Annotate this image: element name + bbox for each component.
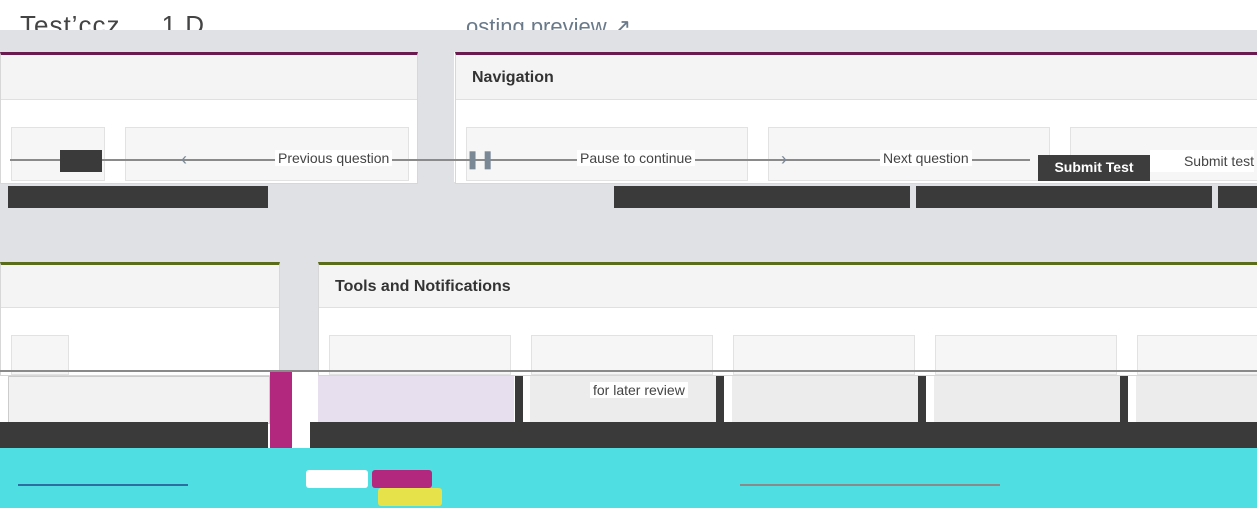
bottom-dark-right	[310, 422, 1257, 448]
divider-1	[515, 376, 523, 422]
navigation-title: Navigation	[472, 69, 554, 86]
footer-yellow-chip[interactable]	[378, 488, 442, 506]
tools-header: Tools and Notifications	[319, 265, 1257, 308]
nav-row-line-right	[700, 159, 1030, 161]
divider-2	[716, 376, 724, 422]
chevron-left-icon[interactable]: ‹	[170, 148, 198, 170]
divider-3	[918, 376, 926, 422]
left-lower-tile[interactable]	[11, 335, 69, 375]
pause-button[interactable]: Pause to continue	[577, 150, 696, 166]
tools-box-4[interactable]	[934, 376, 1120, 422]
tools-tile-3[interactable]	[733, 335, 915, 375]
dark-strip-4	[1218, 186, 1257, 208]
gray-gap-column-2	[280, 262, 318, 372]
left-panel-lower	[0, 262, 280, 376]
left-panel-header	[1, 55, 417, 100]
gray-gap-column	[418, 52, 454, 182]
left-lower-header	[1, 265, 279, 308]
submit-test-link[interactable]: Submit test	[1150, 150, 1254, 172]
next-question-button[interactable]: Next question	[880, 150, 972, 166]
previous-question-button[interactable]: Previous question	[275, 150, 393, 166]
tools-title: Tools and Notifications	[335, 278, 511, 295]
chevron-right-icon[interactable]: ›	[770, 148, 798, 170]
tools-row-line	[0, 370, 1257, 372]
flag-for-review-button[interactable]: for later review	[590, 382, 688, 398]
footer-magenta-chip[interactable]	[372, 470, 432, 488]
nav-block-1	[60, 150, 102, 172]
navigation-header: Navigation	[456, 55, 1257, 100]
submit-test-button[interactable]: Submit Test	[1038, 155, 1150, 181]
divider-4	[1120, 376, 1128, 422]
tools-tile-2[interactable]	[531, 335, 713, 375]
footer-white-chip[interactable]	[306, 470, 368, 488]
footer-line-left	[18, 484, 188, 486]
dark-strip-2	[614, 186, 910, 208]
tools-tile-1[interactable]	[329, 335, 511, 375]
tools-box-5[interactable]	[1136, 376, 1257, 422]
footer-line-right	[740, 484, 1000, 486]
tools-tile-5[interactable]	[1137, 335, 1257, 375]
tools-box-3[interactable]	[732, 376, 918, 422]
tools-left-box	[8, 376, 270, 424]
gray-band-top	[0, 30, 1257, 52]
dark-strip-1	[8, 186, 268, 208]
pause-icon[interactable]: ❚❚	[465, 148, 495, 170]
footer-bar	[0, 448, 1257, 508]
tools-panel: Tools and Notifications	[318, 262, 1257, 376]
tools-flag-box[interactable]	[318, 376, 514, 422]
tools-tile-4[interactable]	[935, 335, 1117, 375]
bottom-dark-left	[0, 422, 268, 448]
magenta-marker	[270, 372, 292, 450]
dark-strip-3	[916, 186, 1212, 208]
